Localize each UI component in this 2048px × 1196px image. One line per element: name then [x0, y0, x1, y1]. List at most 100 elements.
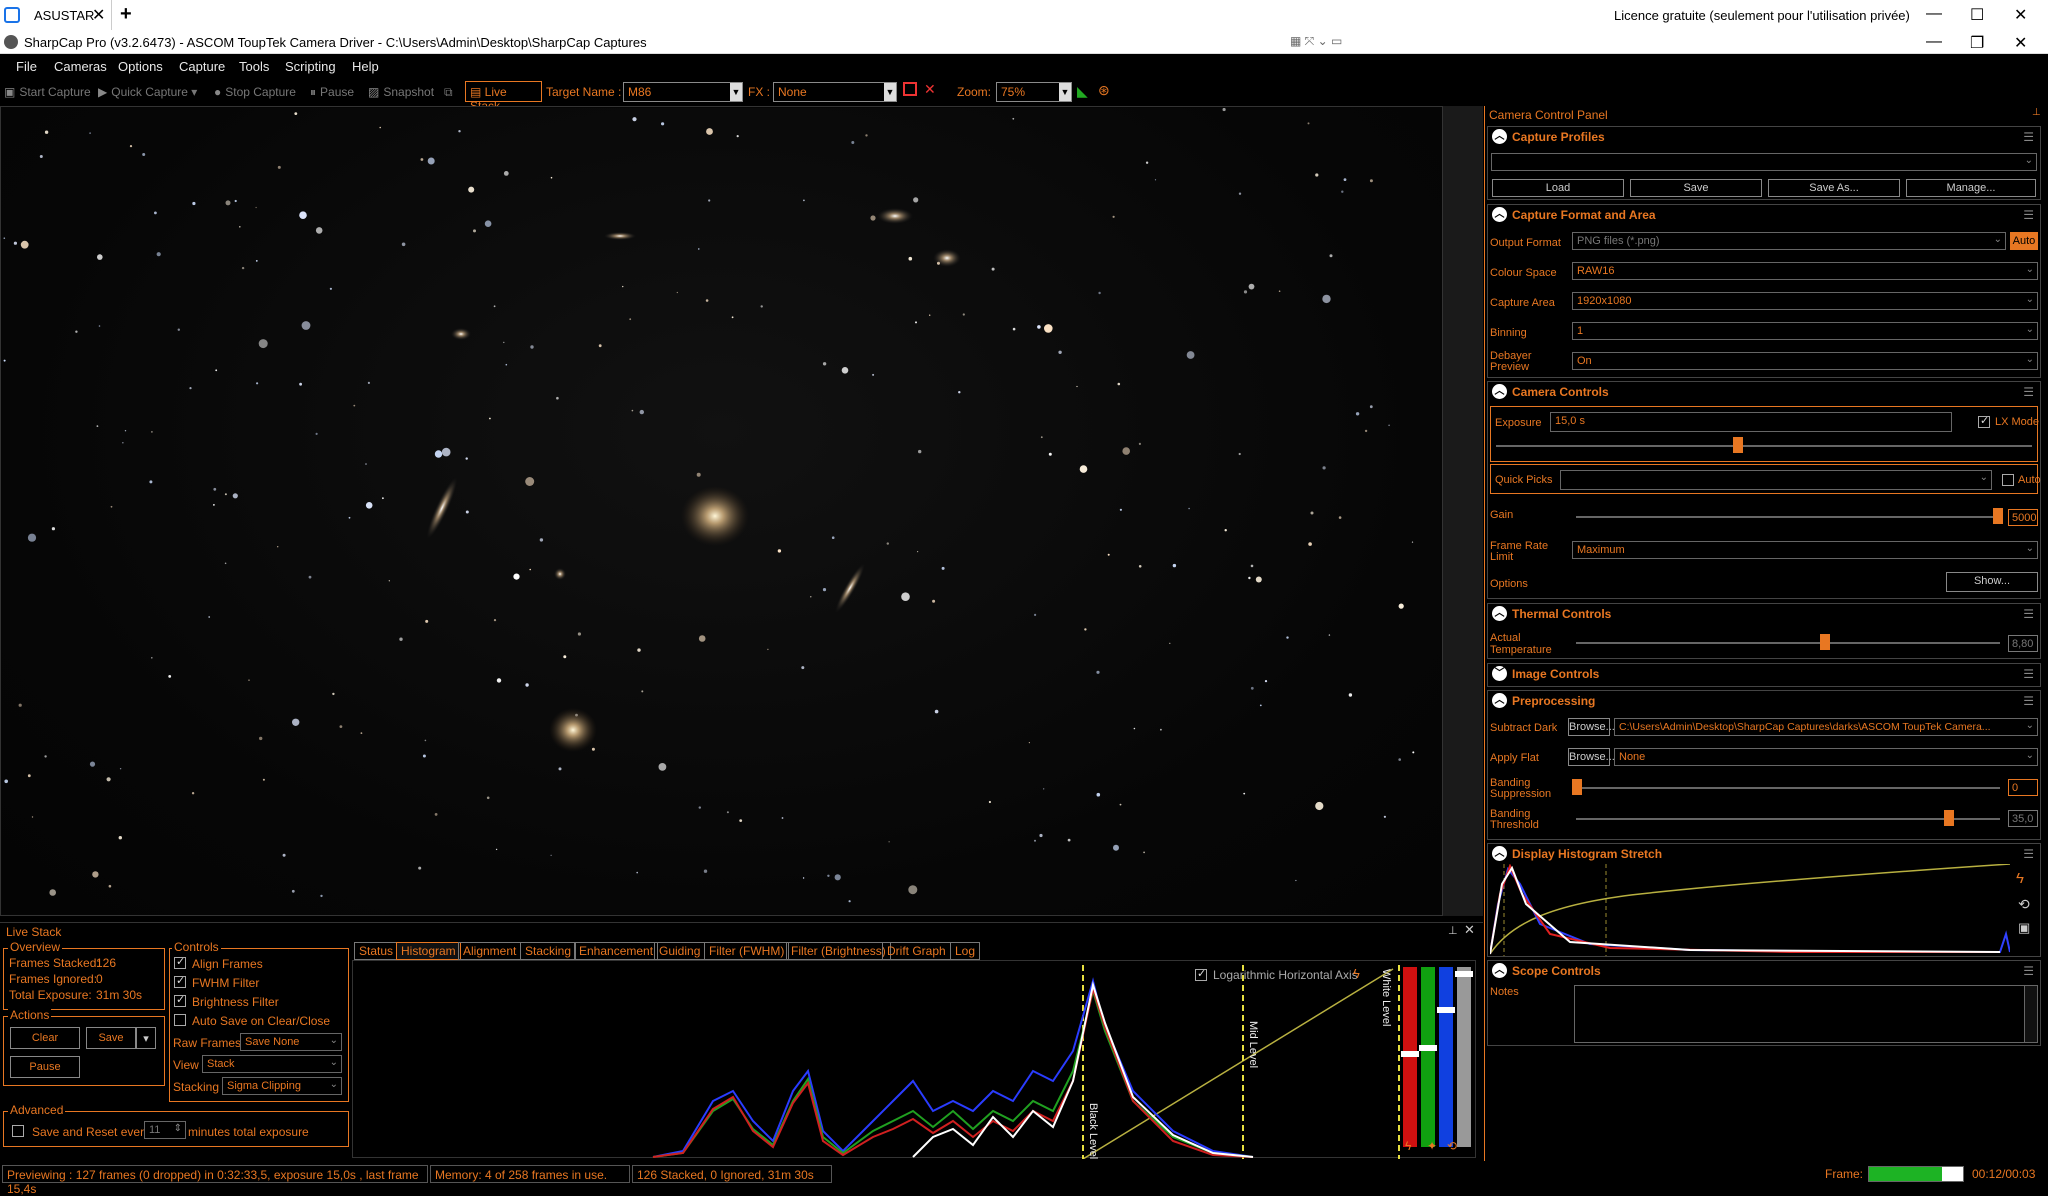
section-menu-icon[interactable]: ☰ [2023, 607, 2034, 621]
manage-profiles-button[interactable]: Manage... [1906, 179, 2036, 197]
tab-stacking[interactable]: Stacking [520, 942, 577, 960]
save-options-chevron-icon[interactable]: ▾ [136, 1027, 156, 1049]
stacking-select[interactable]: Sigma Clipping ⌄ [222, 1077, 342, 1095]
gain-slider-track[interactable] [1576, 516, 2000, 518]
menu-capture[interactable]: Capture [179, 59, 225, 74]
quick-picks-select[interactable]: ⌄ [1560, 470, 1992, 490]
capture-area-select[interactable]: 1920x1080 ⌄ [1572, 292, 2038, 310]
exposure-slider-thumb[interactable] [1733, 437, 1743, 453]
reset-stretch-icon[interactable]: ⟲ [2018, 896, 2030, 913]
quick-capture-button[interactable]: ▶ Quick Capture ▾ [98, 85, 197, 99]
auto-stretch-icon[interactable]: ϟ [2016, 870, 2024, 887]
live-stack-button[interactable]: ▤ Live Stack [465, 81, 542, 113]
tab-filter-fwhm[interactable]: Filter (FWHM) [704, 942, 790, 960]
chevron-down-icon[interactable]: ▼ [1059, 83, 1071, 101]
menu-tools[interactable]: Tools [239, 59, 269, 74]
section-menu-icon[interactable]: ☰ [2023, 667, 2034, 681]
camera-controls-header[interactable]: ︿ Camera Controls ☰ [1488, 382, 2040, 402]
pin-panel-icon[interactable]: ⊥ [1448, 924, 1458, 937]
collapse-icon[interactable]: ︿ [1492, 693, 1507, 708]
banding-suppression-track[interactable] [1576, 787, 2000, 789]
image-controls-header[interactable]: ﹀ Image Controls ☰ [1488, 664, 2040, 684]
tab-drift-graph[interactable]: Drift Graph [882, 942, 951, 960]
red-level-handle[interactable] [1401, 1051, 1419, 1057]
chevron-down-icon[interactable]: ▼ [884, 83, 896, 101]
reset-levels-icon[interactable]: ⟲ [1447, 1139, 1457, 1153]
show-options-button[interactable]: Show... [1946, 572, 2038, 592]
clear-stack-button[interactable]: Clear [10, 1027, 80, 1049]
thermal-controls-header[interactable]: ︿ Thermal Controls ☰ [1488, 604, 2040, 624]
histogram-stretch-header[interactable]: ︿ Display Histogram Stretch ☰ [1488, 844, 2040, 864]
minimize-icon[interactable]: — [1926, 5, 1942, 23]
debayer-select[interactable]: On ⌄ [1572, 352, 2038, 370]
view-select[interactable]: Stack ⌄ [202, 1055, 342, 1073]
frame-rate-select[interactable]: Maximum ⌄ [1572, 541, 2038, 559]
capture-format-header[interactable]: ︿ Capture Format and Area ☰ [1488, 205, 2040, 225]
pause-button[interactable]: ⏸ Pause [310, 85, 354, 100]
chevron-down-icon[interactable]: ▼ [730, 83, 742, 101]
pick-icon[interactable]: ✦ [1427, 1139, 1437, 1153]
section-menu-icon[interactable]: ☰ [2023, 847, 2034, 861]
histogram-icon[interactable]: ◣ [1077, 83, 1088, 100]
collapse-icon[interactable]: ︿ [1492, 384, 1507, 399]
tab-close-icon[interactable]: ✕ [92, 5, 105, 25]
menu-cameras[interactable]: Cameras [54, 59, 107, 74]
banding-threshold-track[interactable] [1576, 818, 2000, 820]
browser-tab[interactable]: ASUSTAR ✕ [0, 0, 112, 30]
gain-value[interactable]: 5000 [2008, 509, 2038, 526]
pin-icon[interactable]: ⊥ [2032, 107, 2041, 118]
blue-level-bar[interactable] [1439, 967, 1453, 1147]
load-profile-button[interactable]: Load [1492, 179, 1624, 197]
menu-help[interactable]: Help [352, 59, 379, 74]
collapse-icon[interactable]: ︿ [1492, 207, 1507, 222]
align-frames-checkbox[interactable] [174, 955, 186, 969]
section-menu-icon[interactable]: ☰ [2023, 385, 2034, 399]
app-close-icon[interactable]: ✕ [2014, 33, 2027, 53]
tab-filter-brightness[interactable]: Filter (Brightness) [786, 942, 891, 960]
remote-toolbar-icons[interactable]: ▦ ⤧ ⌄ ▭ [1290, 34, 1360, 50]
notes-textarea[interactable] [1574, 985, 2026, 1043]
section-menu-icon[interactable]: ☰ [2023, 694, 2034, 708]
zoom-select[interactable]: 75% ▼ [996, 82, 1072, 102]
menu-options[interactable]: Options [118, 59, 163, 74]
green-level-bar[interactable] [1421, 967, 1435, 1147]
settings-camera-icon[interactable]: ⧉ [444, 85, 453, 100]
menu-scripting[interactable]: Scripting [285, 59, 336, 74]
save-stretch-icon[interactable]: ▣ [2018, 920, 2030, 936]
snapshot-button[interactable]: ▨ Snapshot [368, 85, 434, 99]
output-format-select[interactable]: PNG files (*.png) ⌄ [1572, 232, 2006, 250]
menu-file[interactable]: File [16, 59, 37, 74]
maximize-icon[interactable]: ☐ [1970, 5, 1984, 25]
quick-picks-auto-checkbox[interactable] [2002, 474, 2014, 486]
save-stack-button[interactable]: Save [86, 1027, 136, 1049]
gain-slider-thumb[interactable] [1993, 508, 2003, 524]
viewer-scrollbar[interactable] [1443, 106, 1483, 916]
auto-format-button[interactable]: Auto [2010, 232, 2038, 250]
start-capture-button[interactable]: ▣ Start Capture [4, 85, 91, 99]
auto-color-icon[interactable]: ϟ [1405, 1139, 1411, 1153]
expand-icon[interactable]: ﹀ [1492, 666, 1507, 681]
section-menu-icon[interactable]: ☰ [2023, 130, 2034, 144]
save-as-profile-button[interactable]: Save As... [1768, 179, 1900, 197]
save-reset-checkbox[interactable] [12, 1125, 24, 1137]
auto-levels-icon[interactable]: ϟ [1353, 966, 1360, 981]
stop-capture-button[interactable]: ● Stop Capture [214, 85, 296, 99]
stepper-arrows-icon[interactable]: ⇕ [174, 1123, 182, 1134]
tab-guiding[interactable]: Guiding [654, 942, 706, 960]
save-profile-button[interactable]: Save [1630, 179, 1762, 197]
banding-threshold-thumb[interactable] [1944, 810, 1954, 826]
exposure-input[interactable]: 15,0 s [1550, 412, 1952, 432]
tab-enhancement[interactable]: Enhancement [574, 942, 659, 960]
reticle-icon[interactable] [903, 82, 917, 96]
new-tab-icon[interactable]: + [120, 3, 132, 26]
section-menu-icon[interactable]: ☰ [2023, 964, 2034, 978]
tab-alignment[interactable]: Alignment [458, 942, 522, 960]
app-minimize-icon[interactable]: — [1926, 33, 1942, 51]
focus-assist-icon[interactable]: ⊛ [1098, 82, 1110, 99]
colour-space-select[interactable]: RAW16 ⌄ [1572, 262, 2038, 280]
brightness-filter-checkbox[interactable] [174, 993, 186, 1007]
app-restore-icon[interactable]: ❐ [1970, 33, 1984, 53]
tab-histogram[interactable]: Histogram [396, 942, 461, 960]
apply-flat-select[interactable]: None ⌄ [1614, 748, 2038, 766]
pause-stack-button[interactable]: Pause [10, 1056, 80, 1078]
